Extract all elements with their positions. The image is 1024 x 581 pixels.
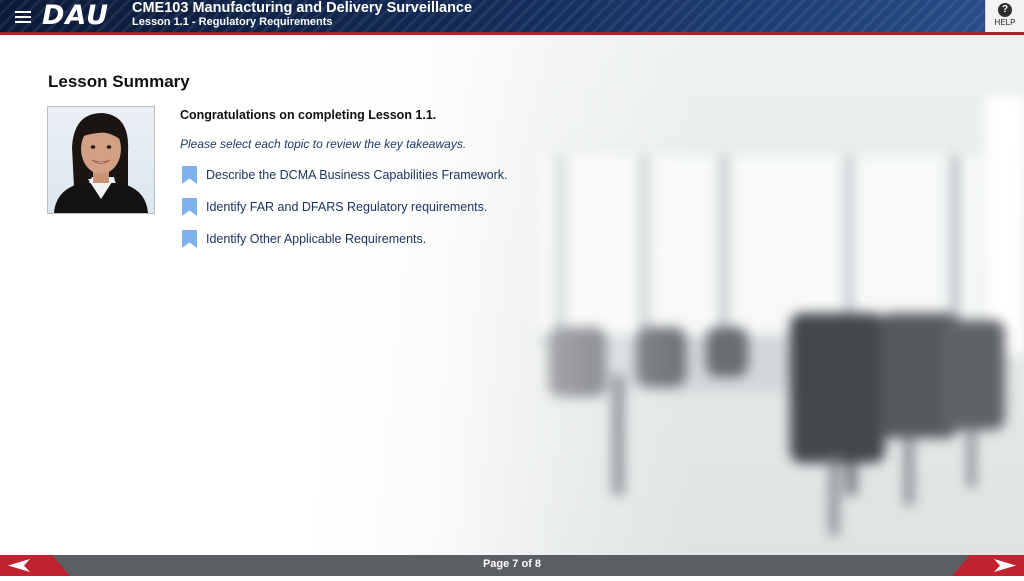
bookmark-icon — [182, 198, 197, 216]
bookmark-icon — [182, 166, 197, 184]
next-page-button[interactable] — [952, 555, 1024, 576]
topic-label: Identify Other Applicable Requirements. — [206, 232, 427, 246]
congrats-message: Congratulations on completing Lesson 1.1… — [180, 108, 437, 122]
lesson-title: Lesson 1.1 - Regulatory Requirements — [132, 16, 333, 28]
page-title: Lesson Summary — [48, 72, 190, 91]
bottom-bar: Page 7 of 8 — [0, 555, 1024, 576]
topic-label: Describe the DCMA Business Capabilities … — [206, 168, 508, 182]
instruction-text: Please select each topic to review the k… — [180, 137, 467, 151]
top-bar: DAU CME103 Manufacturing and Delivery Su… — [0, 0, 1024, 34]
title-block: CME103 Manufacturing and Delivery Survei… — [132, 1, 472, 29]
arrow-right-icon — [952, 555, 1024, 576]
dau-logo: DAU — [42, 0, 110, 31]
help-button[interactable]: ? HELP — [985, 0, 1024, 34]
instructor-portrait — [47, 106, 155, 214]
question-icon: ? — [998, 3, 1012, 17]
page-indicator: Page 7 of 8 — [482, 558, 542, 570]
help-label: HELP — [994, 18, 1016, 27]
topic-label: Identify FAR and DFARS Regulatory requir… — [206, 200, 488, 214]
hamburger-menu-icon[interactable] — [12, 7, 34, 25]
bookmark-icon — [182, 230, 197, 248]
course-title: CME103 Manufacturing and Delivery Survei… — [132, 0, 473, 16]
